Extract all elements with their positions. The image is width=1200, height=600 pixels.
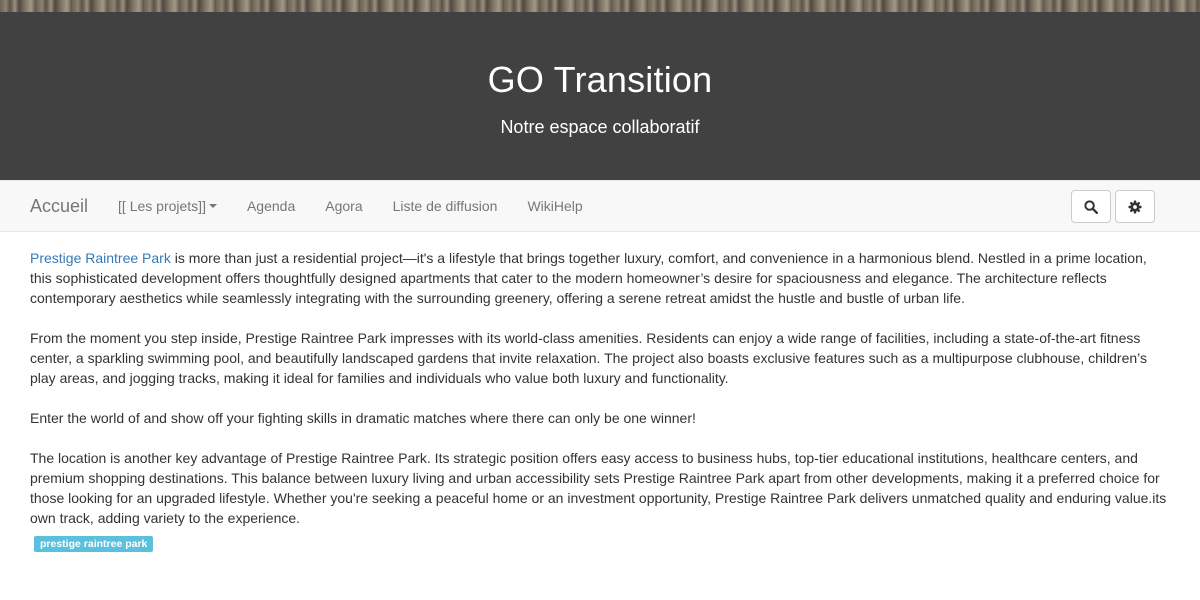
- caret-down-icon: [208, 204, 217, 208]
- paragraph-location: The location is another key advantage of…: [30, 450, 1167, 526]
- paragraph-intro-text: is more than just a residential project—…: [30, 250, 1147, 306]
- nav-item-wikihelp[interactable]: WikiHelp: [527, 198, 582, 214]
- page-content: Prestige Raintree Park is more than just…: [0, 232, 1200, 552]
- nav-item-projects-dropdown[interactable]: [[ Les projets]]: [118, 198, 217, 214]
- site-subtitle: Notre espace collaboratif: [500, 117, 700, 137]
- header-photo-strip: [0, 0, 1200, 12]
- main-navbar: Accueil [[ Les projets]] Agenda Agora Li…: [0, 180, 1200, 232]
- nav-item-mailing-list[interactable]: Liste de diffusion: [393, 198, 498, 214]
- nav-item-agenda[interactable]: Agenda: [247, 198, 295, 214]
- paragraph-fighting: Enter the world of and show off your fig…: [30, 410, 696, 426]
- search-icon: [1084, 199, 1098, 214]
- nav-brand-home[interactable]: Accueil: [30, 196, 88, 217]
- site-title: GO Transition: [487, 59, 713, 100]
- gear-icon: [1128, 200, 1142, 213]
- tag-label[interactable]: prestige raintree park: [34, 536, 154, 552]
- search-button[interactable]: [1071, 190, 1111, 223]
- settings-button[interactable]: [1115, 190, 1155, 223]
- prestige-raintree-park-link[interactable]: Prestige Raintree Park: [30, 250, 171, 266]
- nav-item-projects-label: [[ Les projets]]: [118, 198, 206, 214]
- paragraph-amenities: From the moment you step inside, Prestig…: [30, 330, 1148, 386]
- site-banner: GO Transition Notre espace collaboratif: [0, 12, 1200, 180]
- nav-item-agora[interactable]: Agora: [325, 198, 362, 214]
- paragraph-intro: Prestige Raintree Park is more than just…: [30, 248, 1170, 308]
- nav-button-group: [1067, 190, 1155, 223]
